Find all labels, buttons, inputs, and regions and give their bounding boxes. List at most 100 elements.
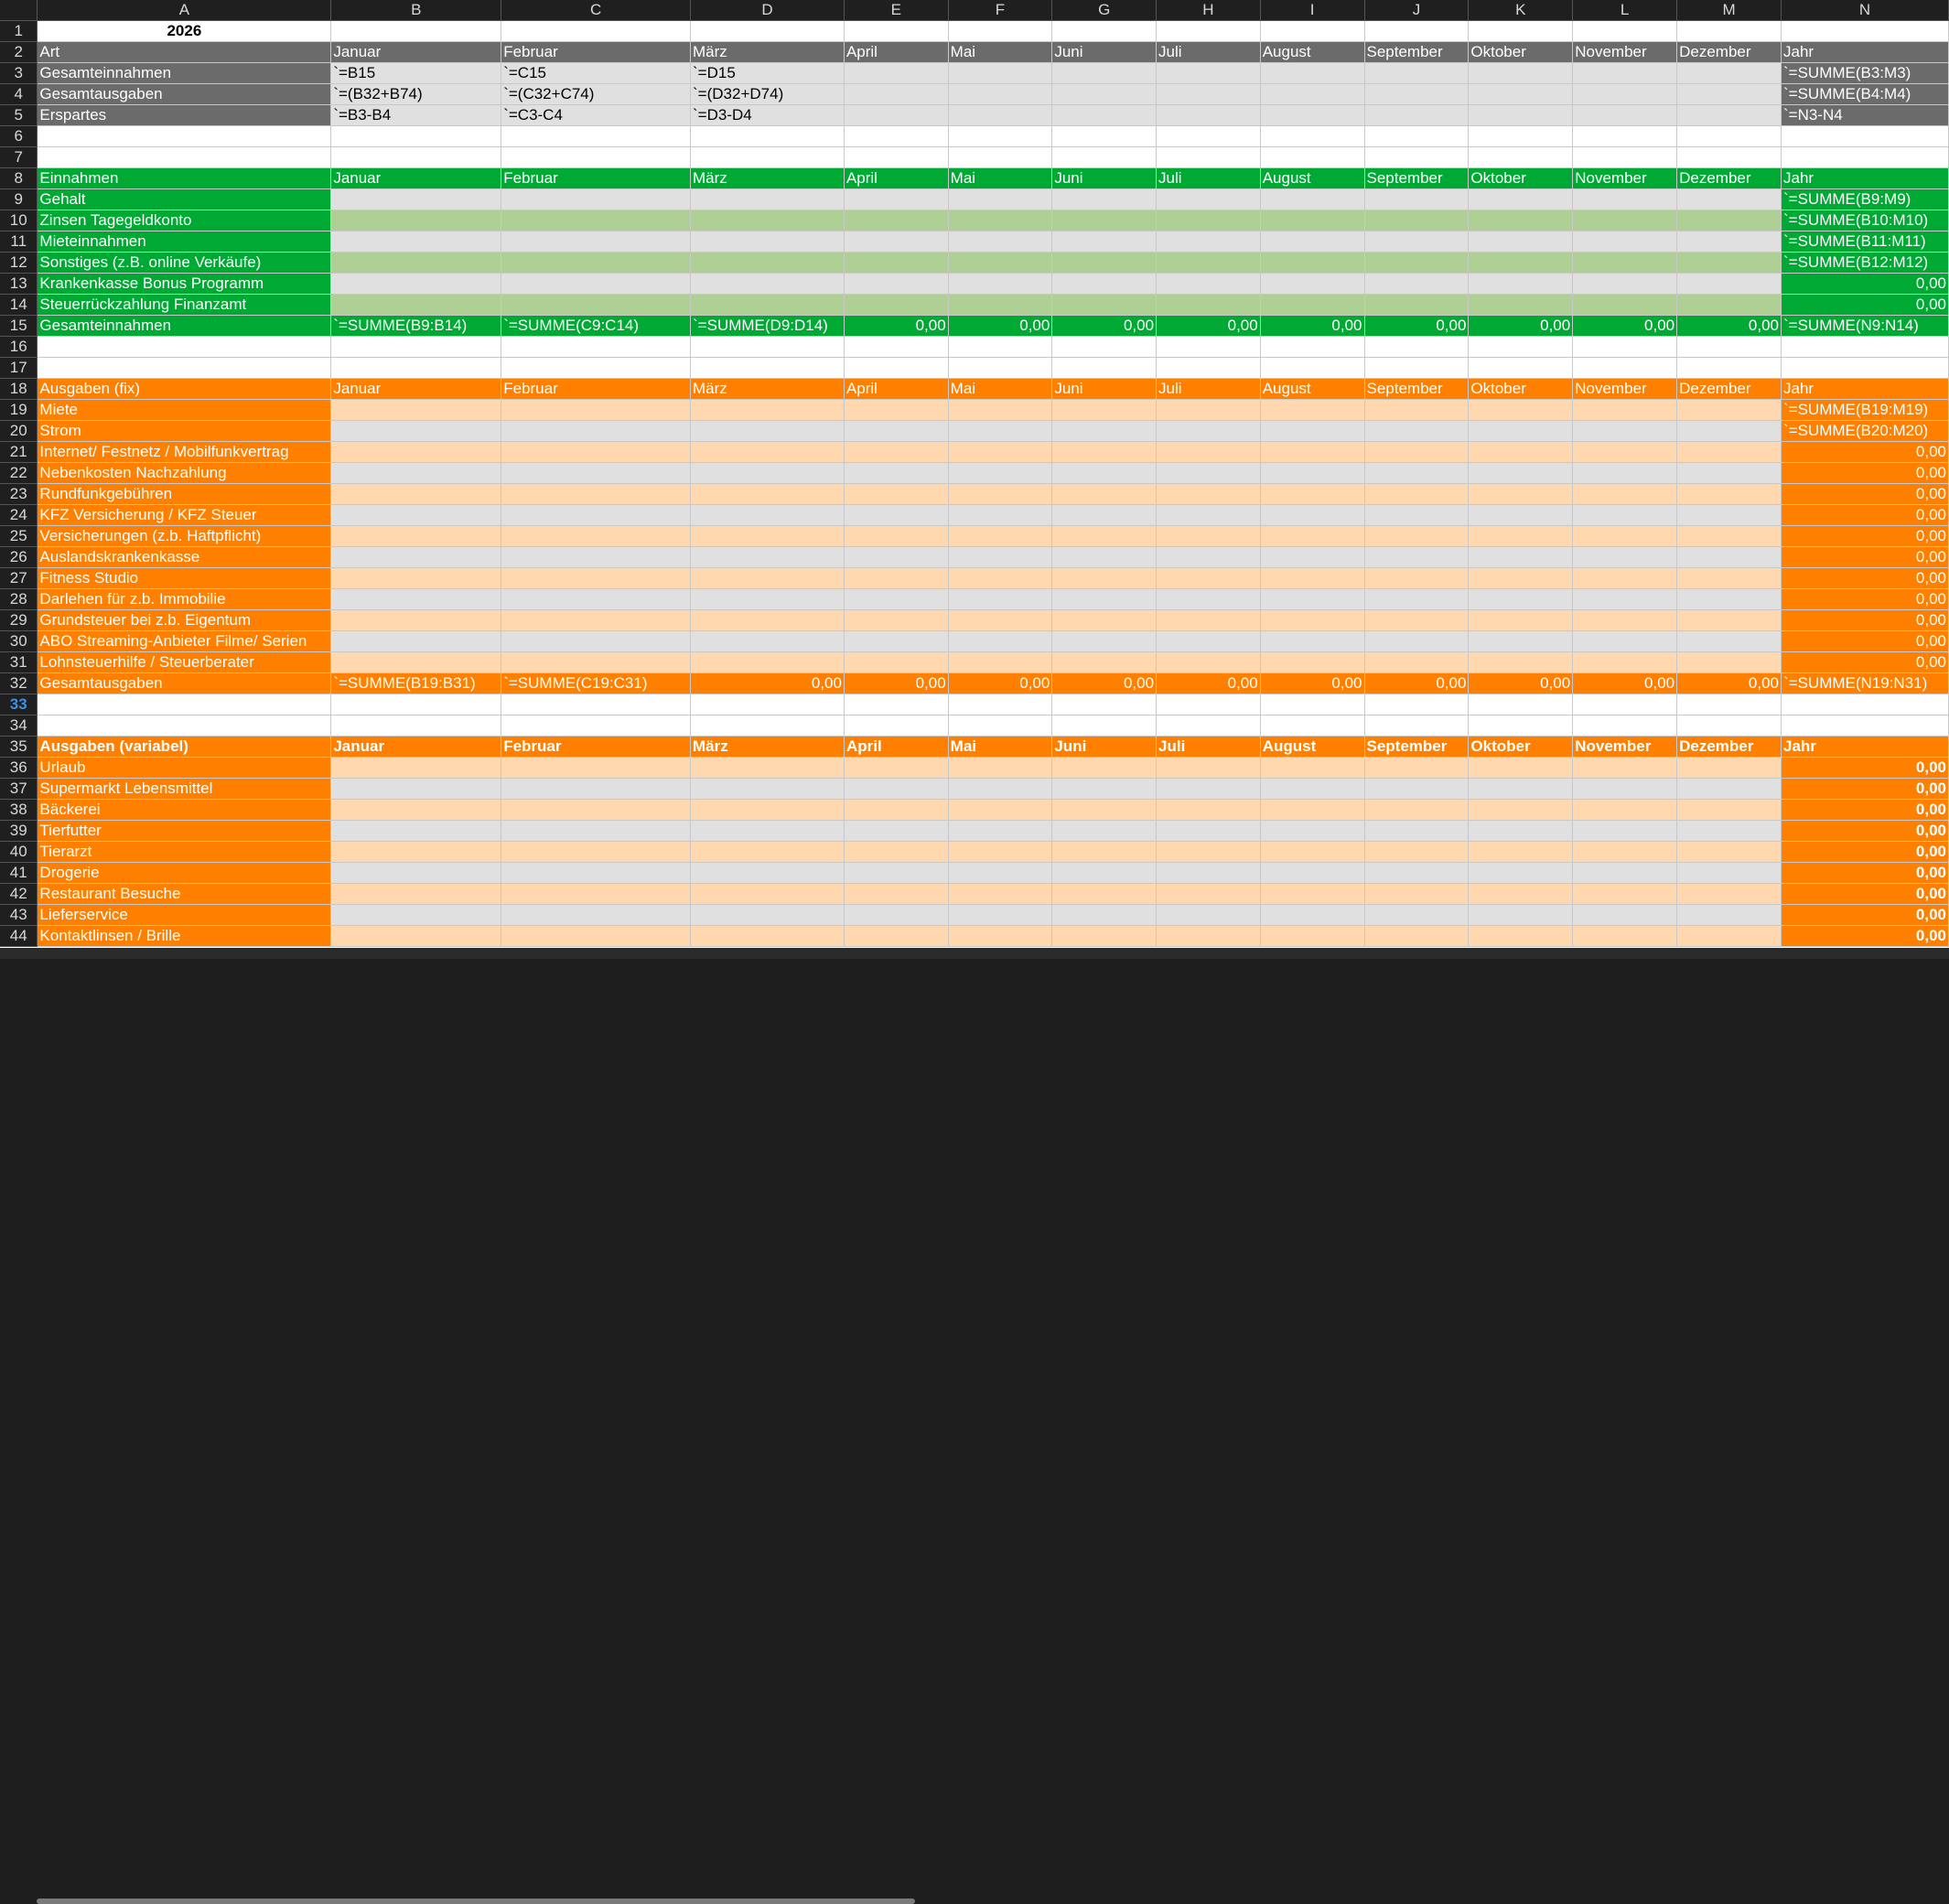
cell-n14[interactable]: 0,00 <box>1781 294 1949 316</box>
cell-c25[interactable] <box>501 525 692 547</box>
cell-j21[interactable] <box>1364 441 1470 463</box>
cell-d17[interactable] <box>690 357 845 379</box>
cell-e8[interactable]: April <box>844 167 949 189</box>
cell-l23[interactable] <box>1572 483 1678 505</box>
cell-j42[interactable] <box>1364 883 1470 905</box>
cell-g8[interactable]: Juni <box>1051 167 1158 189</box>
cell-b6[interactable] <box>330 125 502 147</box>
cell-a39[interactable]: Tierfutter <box>37 820 332 842</box>
cell-f25[interactable] <box>948 525 1053 547</box>
cell-j27[interactable] <box>1364 567 1470 589</box>
cell-n35[interactable]: Jahr <box>1781 736 1949 758</box>
cell-d21[interactable] <box>690 441 845 463</box>
cell-b42[interactable] <box>330 883 502 905</box>
cell-b11[interactable] <box>330 231 502 253</box>
cell-n6[interactable] <box>1781 125 1949 147</box>
cell-k4[interactable] <box>1468 83 1574 105</box>
cell-k6[interactable] <box>1468 125 1574 147</box>
cell-e13[interactable] <box>844 273 949 295</box>
cell-h30[interactable] <box>1156 630 1261 652</box>
cell-a42[interactable]: Restaurant Besuche <box>37 883 332 905</box>
cell-n8[interactable]: Jahr <box>1781 167 1949 189</box>
row-header[interactable]: 21 <box>0 441 38 463</box>
cell-m26[interactable] <box>1676 546 1782 568</box>
cell-d25[interactable] <box>690 525 845 547</box>
cell-m3[interactable] <box>1676 62 1782 84</box>
row-header[interactable]: 14 <box>0 294 38 316</box>
cell-d22[interactable] <box>690 462 845 484</box>
cell-a27[interactable]: Fitness Studio <box>37 567 332 589</box>
cell-k20[interactable] <box>1468 420 1574 442</box>
row-header[interactable]: 33 <box>0 694 38 715</box>
cell-b8[interactable]: Januar <box>330 167 502 189</box>
cell-e10[interactable] <box>844 210 949 231</box>
cell-f26[interactable] <box>948 546 1053 568</box>
cell-b27[interactable] <box>330 567 502 589</box>
cell-j1[interactable] <box>1364 20 1470 42</box>
row-header[interactable]: 32 <box>0 672 38 694</box>
cell-e15[interactable]: 0,00 <box>844 315 949 337</box>
cell-n30[interactable]: 0,00 <box>1781 630 1949 652</box>
cell-k39[interactable] <box>1468 820 1574 842</box>
cell-l36[interactable] <box>1572 757 1678 779</box>
cell-f18[interactable]: Mai <box>948 378 1053 400</box>
cell-l6[interactable] <box>1572 125 1678 147</box>
cell-h12[interactable] <box>1156 252 1261 274</box>
row-header[interactable]: 17 <box>0 357 38 379</box>
cell-j39[interactable] <box>1364 820 1470 842</box>
cell-l42[interactable] <box>1572 883 1678 905</box>
cell-m8[interactable]: Dezember <box>1676 167 1782 189</box>
cell-h9[interactable] <box>1156 188 1261 210</box>
cell-f2[interactable]: Mai <box>948 41 1053 63</box>
cell-m2[interactable]: Dezember <box>1676 41 1782 63</box>
cell-b21[interactable] <box>330 441 502 463</box>
cell-l14[interactable] <box>1572 294 1678 316</box>
column-header-n[interactable]: N <box>1781 0 1949 21</box>
cell-j12[interactable] <box>1364 252 1470 274</box>
cell-b32[interactable]: `=SUMME(B19:B31) <box>330 672 502 694</box>
cell-h2[interactable]: Juli <box>1156 41 1261 63</box>
cell-l3[interactable] <box>1572 62 1678 84</box>
cell-k11[interactable] <box>1468 231 1574 253</box>
cell-k2[interactable]: Oktober <box>1468 41 1574 63</box>
row-header[interactable]: 39 <box>0 820 38 842</box>
cell-d3[interactable]: `=D15 <box>690 62 845 84</box>
cell-i18[interactable]: August <box>1260 378 1365 400</box>
cell-e28[interactable] <box>844 588 949 610</box>
cell-e9[interactable] <box>844 188 949 210</box>
cell-k17[interactable] <box>1468 357 1574 379</box>
row-header[interactable]: 43 <box>0 904 38 926</box>
cell-d18[interactable]: März <box>690 378 845 400</box>
cell-h23[interactable] <box>1156 483 1261 505</box>
cell-e16[interactable] <box>844 336 949 358</box>
row-header[interactable]: 7 <box>0 146 38 168</box>
cell-g2[interactable]: Juni <box>1051 41 1158 63</box>
cell-c32[interactable]: `=SUMME(C19:C31) <box>501 672 692 694</box>
cell-h35[interactable]: Juli <box>1156 736 1261 758</box>
cell-l26[interactable] <box>1572 546 1678 568</box>
cell-h15[interactable]: 0,00 <box>1156 315 1261 337</box>
cell-m35[interactable]: Dezember <box>1676 736 1782 758</box>
cell-j10[interactable] <box>1364 210 1470 231</box>
cell-h11[interactable] <box>1156 231 1261 253</box>
cell-l13[interactable] <box>1572 273 1678 295</box>
cell-g36[interactable] <box>1051 757 1158 779</box>
row-header[interactable]: 42 <box>0 883 38 905</box>
cell-c2[interactable]: Februar <box>501 41 692 63</box>
cell-h34[interactable] <box>1156 715 1261 737</box>
cell-i12[interactable] <box>1260 252 1365 274</box>
cell-a3[interactable]: Gesamteinnahmen <box>37 62 332 84</box>
cell-a21[interactable]: Internet/ Festnetz / Mobilfunkvertrag <box>37 441 332 463</box>
cell-a9[interactable]: Gehalt <box>37 188 332 210</box>
cell-k1[interactable] <box>1468 20 1574 42</box>
cell-k23[interactable] <box>1468 483 1574 505</box>
cell-a2[interactable]: Art <box>37 41 332 63</box>
cell-i3[interactable] <box>1260 62 1365 84</box>
cell-e7[interactable] <box>844 146 949 168</box>
row-header[interactable]: 37 <box>0 778 38 800</box>
cell-g17[interactable] <box>1051 357 1158 379</box>
cell-h4[interactable] <box>1156 83 1261 105</box>
cell-h42[interactable] <box>1156 883 1261 905</box>
column-header-b[interactable]: B <box>330 0 502 21</box>
cell-c36[interactable] <box>501 757 692 779</box>
